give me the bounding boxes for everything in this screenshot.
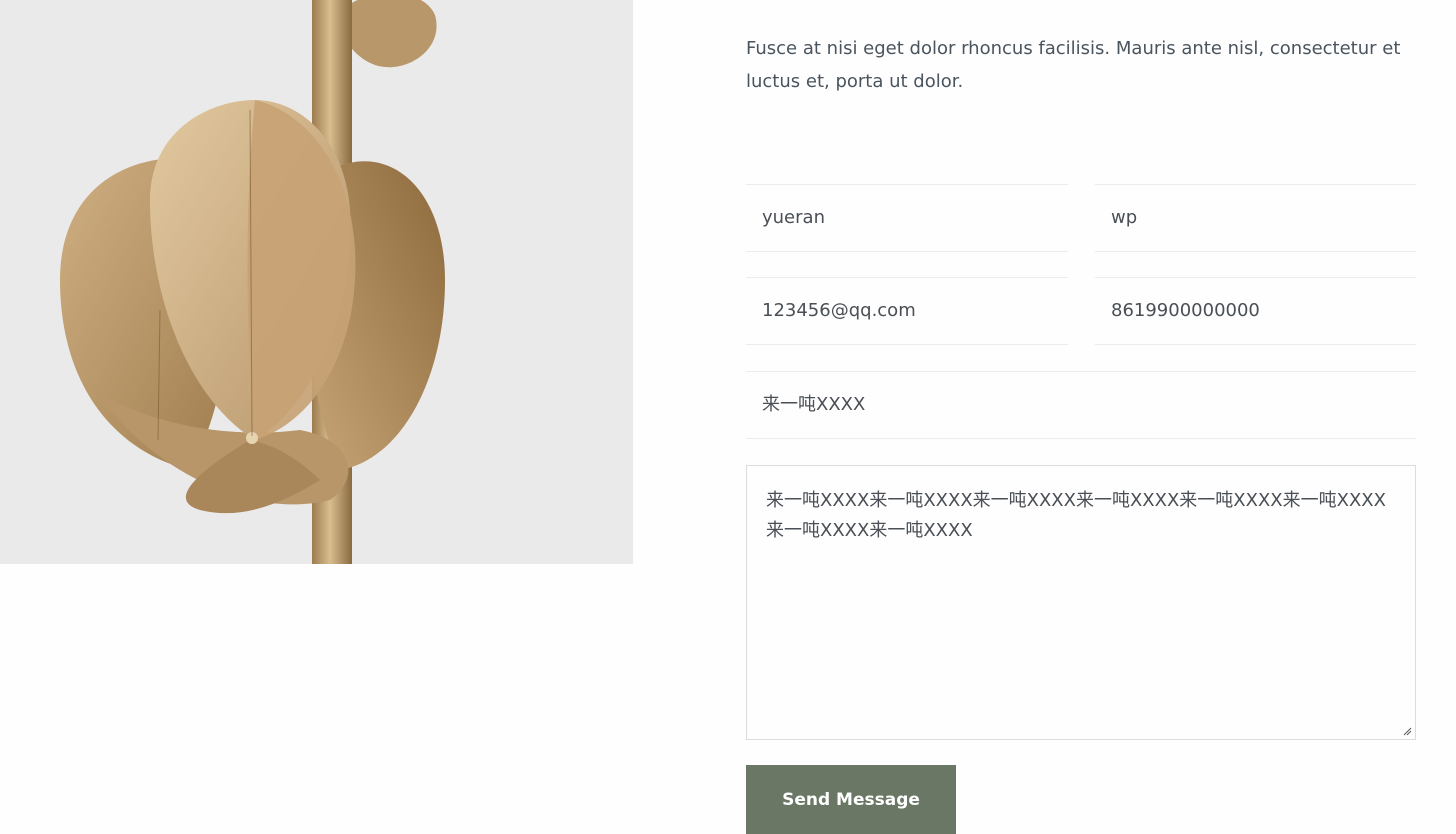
subject-input[interactable]: 来一吨XXXX [746,371,1416,439]
first-name-input[interactable]: yueran [746,184,1068,252]
send-message-button[interactable]: Send Message [746,765,956,834]
message-text: 来一吨XXXX来一吨XXXX来一吨XXXX来一吨XXXX来一吨XXXX来一吨XX… [766,490,1386,541]
last-name-input[interactable]: wp [1095,184,1416,252]
message-textarea[interactable]: 来一吨XXXX来一吨XXXX来一吨XXXX来一吨XXXX来一吨XXXX来一吨XX… [746,465,1416,740]
intro-paragraph: Fusce at nisi eget dolor rhoncus facilis… [746,38,1401,92]
product-image-brass-lamp [0,0,633,564]
contact-page: Fusce at nisi eget dolor rhoncus facilis… [0,0,1456,834]
phone-input[interactable]: 8619900000000 [1095,277,1416,345]
brass-pendant-lamp-illustration [60,0,445,564]
email-input[interactable]: 123456@qq.com [746,277,1068,345]
resize-grip-icon[interactable] [1402,726,1412,736]
